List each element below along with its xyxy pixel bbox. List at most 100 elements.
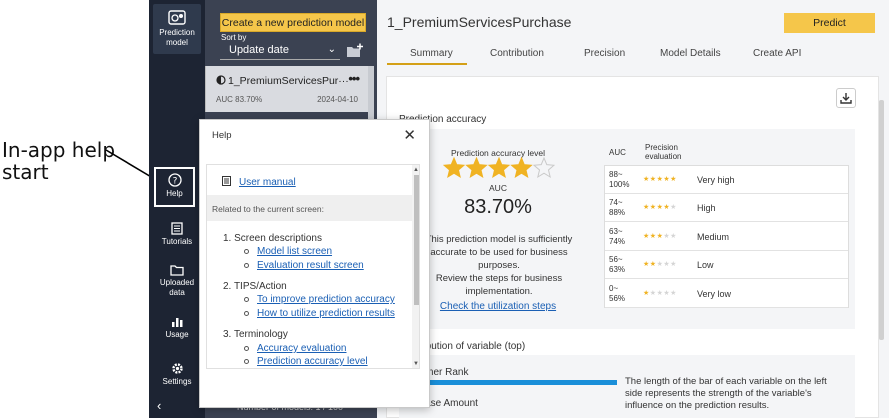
auc-range: 74~ 88% <box>609 198 639 218</box>
star-filled-icon: ★ <box>643 176 650 183</box>
help-link-item: Evaluation result screen <box>244 260 364 271</box>
help-link-item: To improve prediction accuracy <box>244 294 395 305</box>
nav-usage[interactable]: Usage <box>149 316 205 340</box>
half-circle-icon <box>216 75 226 85</box>
model-card[interactable]: 1_PremiumServicesPur··· ••• AUC 83.70% 2… <box>205 66 368 112</box>
bullet <box>244 296 249 302</box>
auc-range: 56~ 63% <box>609 255 639 275</box>
star-empty-icon: ★ <box>670 289 677 297</box>
help-scrollbar-thumb[interactable] <box>414 175 419 305</box>
auc-range-line: 88% <box>609 208 626 218</box>
auc-range-line: 74~ <box>609 198 623 208</box>
nav-usage-label: Usage <box>165 330 189 339</box>
contribution-bar <box>399 380 617 385</box>
help-link-item: How to utilize prediction results <box>244 308 395 319</box>
nav-uploaded-data[interactable]: Uploaded data <box>149 264 205 298</box>
tab-bar: Summary Contribution Precision Model Det… <box>387 43 877 67</box>
star-filled-icon <box>510 157 533 179</box>
create-model-button[interactable]: Create a new prediction model <box>220 13 366 32</box>
bullet <box>244 262 249 268</box>
accuracy-description-line: accurate to be used for business <box>430 247 568 258</box>
star-empty-icon <box>532 157 555 179</box>
scroll-down-icon[interactable]: ▼ <box>413 361 419 367</box>
accuracy-stars <box>443 157 555 179</box>
help-link[interactable]: Prediction accuracy level <box>257 356 368 367</box>
precision-stars: ★★★★★ <box>643 203 677 211</box>
nav-help[interactable]: ? Help <box>154 167 195 207</box>
nav-tutorials[interactable]: Tutorials <box>149 222 205 247</box>
svg-text:?: ? <box>172 177 177 187</box>
main-scrollbar[interactable] <box>878 90 885 418</box>
close-icon[interactable]: ✕ <box>403 126 416 144</box>
tab-model-details[interactable]: Model Details <box>660 48 721 59</box>
nav-prediction-model[interactable]: Prediction model <box>153 4 201 54</box>
star-filled-icon: ★ <box>649 232 657 240</box>
tab-precision[interactable]: Precision <box>584 48 625 59</box>
star-filled-icon: ★ <box>649 204 657 212</box>
help-link[interactable]: How to utilize prediction results <box>257 308 395 319</box>
gear-icon <box>171 363 183 374</box>
help-link[interactable]: Accuracy evaluation <box>257 343 347 354</box>
star-empty-icon: ★ <box>649 289 657 297</box>
nav-help-label: Help <box>166 189 183 198</box>
precision-stars: ★★★★★ <box>643 232 677 240</box>
utilization-steps-link[interactable]: Check the utilization steps <box>440 301 556 312</box>
nav-settings[interactable]: Settings <box>149 362 205 387</box>
sort-select[interactable]: Update date ⌄ <box>220 41 340 60</box>
help-link[interactable]: Model list screen <box>257 246 332 257</box>
auc-range-line: 100% <box>609 180 630 189</box>
precision-evaluation: Very low <box>697 288 732 299</box>
contribution-description: The length of the bar of each variable o… <box>625 376 827 411</box>
active-tab-indicator <box>387 63 467 65</box>
help-link[interactable]: To improve prediction accuracy <box>257 294 395 305</box>
help-link-item: Prediction accuracy level <box>244 356 368 367</box>
help-section-title: 3. Terminology <box>223 329 288 340</box>
star-filled-icon: ★ <box>643 204 650 212</box>
table-row: 63~ 74% ★★★★★ Medium <box>605 223 848 251</box>
predict-button[interactable]: Predict <box>784 13 875 33</box>
model-card-date: 2024-04-10 <box>317 95 358 104</box>
help-icon: ? <box>167 173 182 187</box>
chevron-down-icon: ⌄ <box>327 44 336 55</box>
star-filled-icon: ★ <box>643 289 650 297</box>
precision-evaluation: High <box>697 203 716 214</box>
collapse-chevron-icon[interactable]: ‹ <box>157 398 161 413</box>
prediction-model-icon <box>168 10 186 25</box>
app-root: In-app help start Prediction model ? Hel… <box>0 0 889 418</box>
scroll-up-icon[interactable]: ▲ <box>413 167 419 173</box>
list-scrollbar[interactable] <box>368 66 374 122</box>
tab-create-api[interactable]: Create API <box>753 48 801 59</box>
download-button[interactable] <box>836 88 856 108</box>
star-filled-icon: ★ <box>649 176 657 183</box>
accuracy-description-line: Review the steps for business <box>435 273 563 284</box>
help-link[interactable]: Evaluation result screen <box>257 260 364 271</box>
precision-stars: ★★★★★ <box>643 289 677 297</box>
table-row: 0~ 56% ★★★★★ Very low <box>605 280 848 308</box>
tab-summary[interactable]: Summary <box>410 48 453 59</box>
star-empty-icon: ★ <box>670 232 677 240</box>
precision-evaluation: Medium <box>697 231 730 242</box>
user-manual-link[interactable]: User manual <box>239 177 296 188</box>
add-folder-icon[interactable] <box>346 43 364 58</box>
main-scrollbar-thumb[interactable] <box>879 100 884 340</box>
auc-range-line: 63% <box>609 265 626 275</box>
tab-contribution[interactable]: Contribution <box>490 48 544 59</box>
auc-range-line: 0~ <box>609 283 619 293</box>
precision-stars: ★★★★★ <box>643 175 677 183</box>
usage-icon <box>171 318 182 327</box>
table-header-precision-2: evaluation <box>645 152 682 161</box>
annotation-line-2: start <box>2 160 49 184</box>
nav-uploaded-data-label-1: Uploaded <box>159 278 195 287</box>
accuracy-description-line: implementation. <box>465 286 533 297</box>
nav-uploaded-data-label-2: data <box>169 288 185 297</box>
download-icon <box>840 93 852 104</box>
help-link-item: Accuracy evaluation <box>244 343 347 354</box>
sidebar-nav: Prediction model ? Help Tutorials Upload… <box>149 0 205 418</box>
auc-range-line: 74% <box>609 236 626 246</box>
related-header: Related to the current screen: <box>207 195 412 221</box>
page-title: 1_PremiumServicesPurchase <box>387 14 572 30</box>
more-menu-icon[interactable]: ••• <box>348 71 360 86</box>
accuracy-description-line: purposes. <box>478 260 520 271</box>
evaluation-table: 88~ 100% ★★★★★ Very high 74~ 88% ★★★★★ High 63~ 7… <box>604 165 849 308</box>
help-scrollbar[interactable]: ▲ ▼ <box>412 165 419 368</box>
